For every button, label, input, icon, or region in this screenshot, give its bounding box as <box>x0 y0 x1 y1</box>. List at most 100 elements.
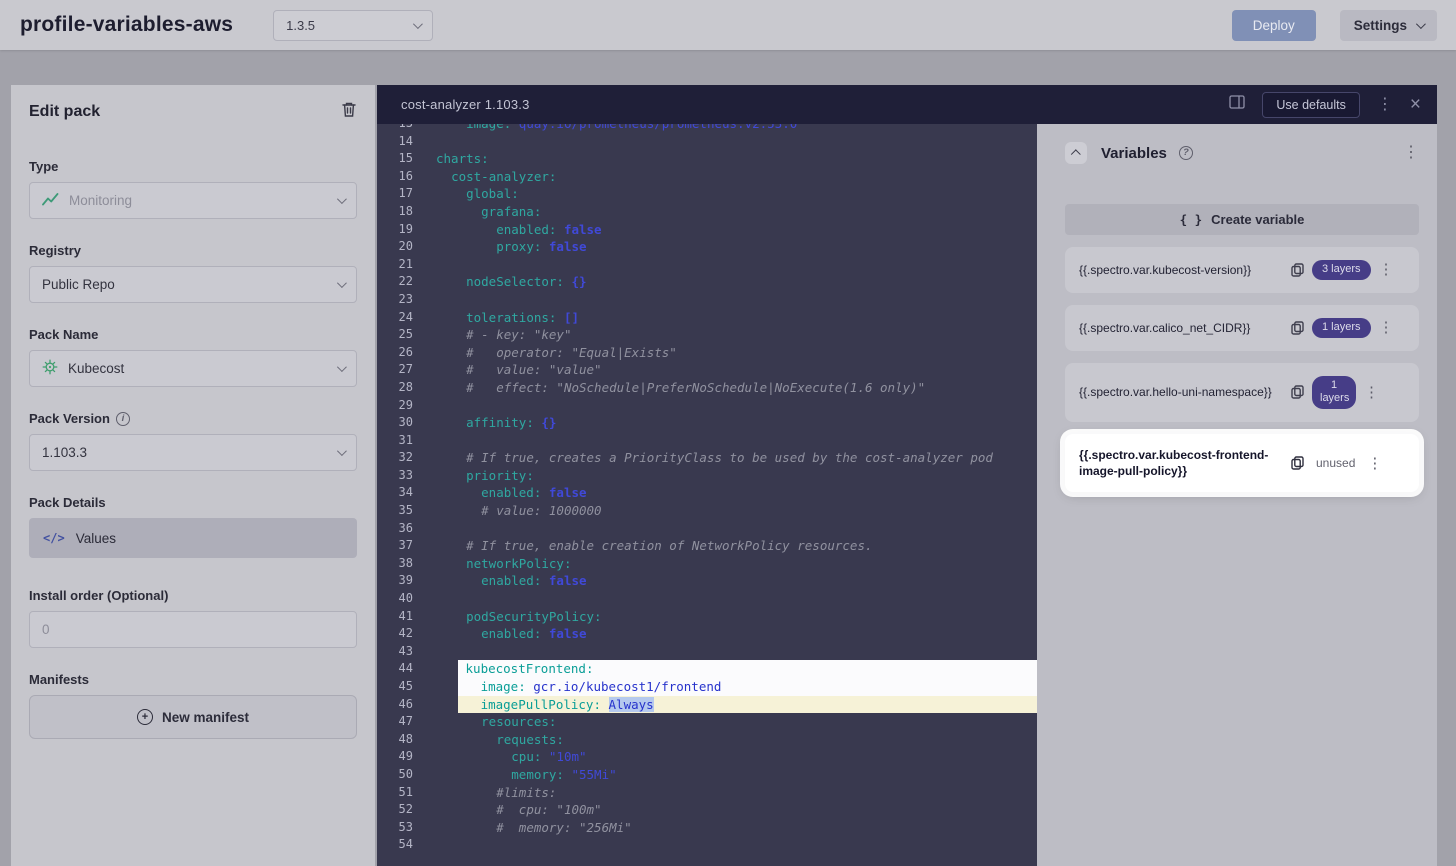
code-line[interactable]: 39 enabled: false <box>377 572 1037 590</box>
code-line[interactable]: 40 <box>377 590 1037 608</box>
line-number: 23 <box>377 291 413 309</box>
kebab-icon[interactable]: ⋮ <box>1379 320 1394 335</box>
pack-version-select[interactable]: 1.103.3 <box>29 434 357 471</box>
line-number: 15 <box>377 150 413 168</box>
line-number: 50 <box>377 766 413 784</box>
kebab-icon[interactable]: ⋮ <box>1367 456 1382 471</box>
copy-icon[interactable] <box>1291 456 1304 470</box>
code-line[interactable]: 38 networkPolicy: <box>377 555 1037 573</box>
code-line[interactable]: 37 # If true, enable creation of Network… <box>377 537 1037 555</box>
yaml-editor[interactable]: 13 image: quay.io/prometheus/prometheus:… <box>377 124 1037 866</box>
code-text: # effect: "NoSchedule|PreferNoSchedule|N… <box>413 379 1037 397</box>
code-line[interactable]: 35 # value: 1000000 <box>377 502 1037 520</box>
code-line[interactable]: 47 resources: <box>377 713 1037 731</box>
pack-name-select[interactable]: Kubecost <box>29 350 357 387</box>
line-number: 54 <box>377 836 413 854</box>
code-text: # - key: "key" <box>413 326 1037 344</box>
code-text <box>413 397 1037 415</box>
code-line[interactable]: 52 # cpu: "100m" <box>377 801 1037 819</box>
code-line[interactable]: 36 <box>377 520 1037 538</box>
code-line[interactable]: 15charts: <box>377 150 1037 168</box>
code-line[interactable]: 44 kubecostFrontend: <box>377 660 1037 678</box>
layers-badge: 3 layers <box>1312 260 1371 280</box>
code-line[interactable]: 48 requests: <box>377 731 1037 749</box>
new-manifest-button[interactable]: + New manifest <box>29 695 357 739</box>
trash-icon[interactable] <box>341 101 357 123</box>
kebab-icon[interactable]: ⋮ <box>1377 97 1393 113</box>
code-line[interactable]: 13 image: quay.io/prometheus/prometheus:… <box>377 124 1037 133</box>
use-defaults-button[interactable]: Use defaults <box>1262 92 1359 118</box>
type-select[interactable]: Monitoring <box>29 182 357 219</box>
code-line[interactable]: 29 <box>377 397 1037 415</box>
deploy-button[interactable]: Deploy <box>1232 10 1316 41</box>
code-line[interactable]: 26 # operator: "Equal|Exists" <box>377 344 1037 362</box>
code-line[interactable]: 24 tolerations: [] <box>377 309 1037 327</box>
code-line[interactable]: 28 # effect: "NoSchedule|PreferNoSchedul… <box>377 379 1037 397</box>
kebab-icon[interactable]: ⋮ <box>1403 145 1419 161</box>
code-line[interactable]: 49 cpu: "10m" <box>377 748 1037 766</box>
variable-card[interactable]: {{.spectro.var.hello-uni-namespace}}1 la… <box>1065 363 1419 423</box>
code-line[interactable]: 45 image: gcr.io/kubecost1/frontend <box>377 678 1037 696</box>
code-line[interactable]: 19 enabled: false <box>377 221 1037 239</box>
install-order-input[interactable] <box>29 611 357 648</box>
create-variable-button[interactable]: { } Create variable <box>1065 204 1419 235</box>
variable-card[interactable]: {{.spectro.var.calico_net_CIDR}}1 layers… <box>1065 305 1419 351</box>
copy-icon[interactable] <box>1291 321 1304 335</box>
code-line[interactable]: 33 priority: <box>377 467 1037 485</box>
code-line[interactable]: 14 <box>377 133 1037 151</box>
code-text: resources: <box>413 713 1037 731</box>
close-icon[interactable]: × <box>1410 95 1421 114</box>
registry-select[interactable]: Public Repo <box>29 266 357 303</box>
code-line[interactable]: 42 enabled: false <box>377 625 1037 643</box>
code-line[interactable]: 46 imagePullPolicy: Always <box>377 696 1037 714</box>
code-text <box>413 256 1037 274</box>
kebab-icon[interactable]: ⋮ <box>1379 262 1394 277</box>
helm-icon <box>42 359 58 378</box>
copy-icon[interactable] <box>1291 385 1304 399</box>
code-line[interactable]: 23 <box>377 291 1037 309</box>
code-line[interactable]: 31 <box>377 432 1037 450</box>
help-icon[interactable]: ? <box>1179 146 1193 160</box>
chevron-down-icon <box>1416 19 1426 29</box>
code-line[interactable]: 43 <box>377 643 1037 661</box>
edit-pack-panel: Edit pack Type Monitoring Registry Publi… <box>11 85 375 866</box>
kebab-icon[interactable]: ⋮ <box>1364 385 1379 400</box>
layers-badge: 1 layers <box>1312 376 1356 410</box>
top-bar: profile-variables-aws 1.3.5 Deploy Setti… <box>0 0 1456 50</box>
code-text: cpu: "10m" <box>413 748 1037 766</box>
chevron-down-icon <box>413 19 423 29</box>
code-line[interactable]: 54 <box>377 836 1037 854</box>
variable-name: {{.spectro.var.calico_net_CIDR}} <box>1079 320 1283 336</box>
pack-details-value: Values <box>76 531 116 546</box>
code-line[interactable]: 17 global: <box>377 185 1037 203</box>
code-line[interactable]: 16 cost-analyzer: <box>377 168 1037 186</box>
settings-button[interactable]: Settings <box>1340 10 1437 41</box>
code-line[interactable]: 27 # value: "value" <box>377 361 1037 379</box>
code-line[interactable]: 51 #limits: <box>377 784 1037 802</box>
profile-version-select[interactable]: 1.3.5 <box>273 10 433 41</box>
code-text: # value: 1000000 <box>413 502 1037 520</box>
pack-version-label: Pack Version <box>29 411 110 426</box>
code-line[interactable]: 20 proxy: false <box>377 238 1037 256</box>
code-line[interactable]: 18 grafana: <box>377 203 1037 221</box>
code-line[interactable]: 32 # If true, creates a PriorityClass to… <box>377 449 1037 467</box>
registry-value: Public Repo <box>42 277 115 292</box>
code-line[interactable]: 53 # memory: "256Mi" <box>377 819 1037 837</box>
line-number: 41 <box>377 608 413 626</box>
code-line[interactable]: 41 podSecurityPolicy: <box>377 608 1037 626</box>
code-line[interactable]: 22 nodeSelector: {} <box>377 273 1037 291</box>
code-line[interactable]: 25 # - key: "key" <box>377 326 1037 344</box>
variable-card[interactable]: {{.spectro.var.kubecost-frontend-image-p… <box>1065 434 1419 492</box>
code-line[interactable]: 21 <box>377 256 1037 274</box>
pack-details-values-tab[interactable]: </> Values <box>29 518 357 558</box>
code-line[interactable]: 30 affinity: {} <box>377 414 1037 432</box>
collapse-chevron-icon[interactable] <box>1065 142 1087 164</box>
copy-icon[interactable] <box>1291 263 1304 277</box>
variable-card[interactable]: {{.spectro.var.kubecost-version}}3 layer… <box>1065 247 1419 293</box>
line-number: 42 <box>377 625 413 643</box>
code-text: global: <box>413 185 1037 203</box>
code-text: enabled: false <box>413 572 1037 590</box>
split-view-icon[interactable] <box>1229 95 1245 114</box>
code-line[interactable]: 34 enabled: false <box>377 484 1037 502</box>
code-line[interactable]: 50 memory: "55Mi" <box>377 766 1037 784</box>
